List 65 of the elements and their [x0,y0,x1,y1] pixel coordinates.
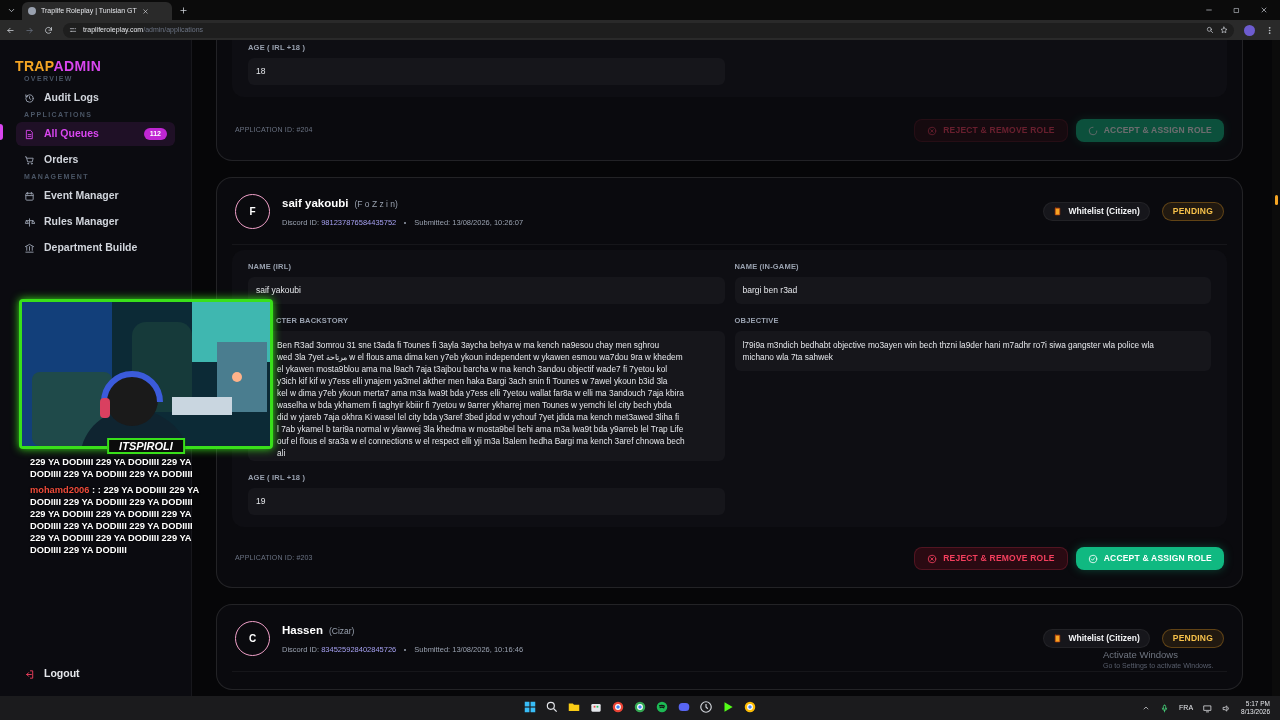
profile-icon[interactable] [1244,24,1255,36]
scrollbar[interactable] [1272,40,1280,696]
maximize-icon [1233,6,1240,14]
minimize-icon [1205,6,1213,14]
answer-box: l79i9a m3ndich bedhabt objective mo3ayen win bech thzni la9der hani m7adhr ro7i siwa gangster wla police wla michano wla 7ta sahwek [734,331,1211,371]
scroll-icon [1053,207,1063,216]
cancel-icon [927,125,938,136]
cancel-icon [927,553,938,564]
chat-message: 229 YA DODIIII 229 YA DODIIII 229 YA DODIIII 229 YA DODIIII 229 YA DODIIII [30,456,194,480]
more-icon [1265,25,1274,35]
scroll-icon [1053,634,1063,643]
applicant-name: Hassen [282,622,323,638]
spinner-icon [1087,125,1098,136]
status-badge: PENDING [1161,202,1224,221]
status-badge: PENDING [1161,629,1224,648]
music-icon[interactable] [654,699,670,715]
chat-message: mohamd2006 : : 229 YA DODIIII 229 YA DODIIII 229 YA DODIIII 229 YA DODIIII 229 YA DODIIII 229 YA DODIIII 229 YA DODIIII 229 YA DODIIII 229 YA DODIIII 229 YA DODIIII 229 YA DODIIII 229 YA DODIIII 229 YA DODIIII [30,484,200,556]
applicant-name: saif yakoubi [282,195,349,211]
clock-app-icon[interactable] [698,699,714,715]
reload-icon [44,25,53,35]
logout-link[interactable]: Logout [16,662,88,686]
back-icon [6,25,15,35]
microphone-icon [1160,703,1170,713]
applicant-alias: (Cizar) [328,624,355,638]
calendar-icon [24,190,35,202]
close-icon [141,7,149,15]
role-badge: Whitelist (Citizen) [1043,629,1150,648]
answer-box: bargi ben r3ad [734,277,1211,304]
nav-item[interactable]: Rules Manager [16,210,175,234]
site-info-icon [69,26,77,34]
close-icon [1260,6,1268,14]
cart-icon [24,154,35,166]
answer-box: 19 [248,488,725,515]
nav-item[interactable]: Event Manager [16,184,175,208]
check-circle-icon [1087,553,1098,564]
search-icon[interactable] [544,699,560,715]
zoom-icon [1206,26,1214,34]
browser-icon[interactable] [742,699,758,715]
answer-box: 18 [248,58,725,85]
history-icon [24,92,35,104]
browser-icon[interactable] [610,699,626,715]
speaker-icon [1222,703,1232,713]
new-tab-icon [178,5,188,15]
bookmark-star-icon [1220,26,1228,34]
building-icon [24,242,35,254]
nav-item[interactable]: Audit Logs [16,86,175,110]
nav-item[interactable]: Orders [16,148,175,172]
document-icon [24,128,35,140]
activation-notice-title: Activate Windows [1103,649,1178,660]
monitor-icon [1203,703,1213,713]
reject-button[interactable]: REJECT & REMOVE ROLE [914,547,1068,570]
forward-icon [25,25,34,35]
windows-start-icon[interactable] [522,699,538,715]
answer-box: saif yakoubi [248,277,725,304]
favicon-icon [28,7,36,15]
role-badge: Whitelist (Citizen) [1043,202,1150,221]
browser-icon[interactable] [632,699,648,715]
logo-text: TRAPADMIN [14,58,103,74]
scales-icon [24,216,35,228]
nameplate: ITSPIROLI [107,438,185,454]
logout-icon [24,668,35,680]
nav-item[interactable]: Department Builde [16,236,175,260]
active-indicator [0,124,3,140]
caret-up-icon [1142,704,1151,712]
applicant-alias: (F o Z z i n) [354,197,398,211]
